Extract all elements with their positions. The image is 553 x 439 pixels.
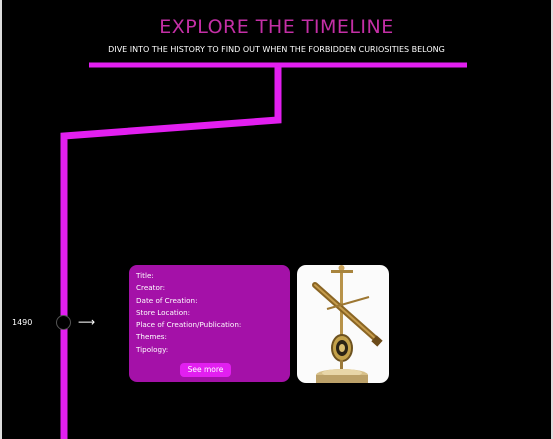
timeline-connector [60,65,282,439]
info-field-themes: Themes: [136,332,167,342]
telescope-instrument-icon [312,265,383,383]
timeline-info-card: Title: Creator: Date of Creation: Store … [129,265,290,382]
info-field-date: Date of Creation: [136,295,198,305]
see-more-button[interactable]: See more [180,363,231,377]
info-field-tipology: Tipology: [136,344,169,354]
info-field-location: Store Location: [136,307,191,317]
info-field-title: Title: [136,271,154,280]
timeline-dot[interactable] [56,315,71,330]
arrow-right-icon: ⟶ [78,315,96,329]
info-field-list: Title: Creator: Date of Creation: Store … [136,270,241,356]
info-field-creator: Creator: [136,283,166,293]
info-field-place: Place of Creation/Publication: [136,320,242,330]
timeline-year-label: 1490 [12,318,33,327]
artifact-image-card[interactable] [297,265,389,383]
